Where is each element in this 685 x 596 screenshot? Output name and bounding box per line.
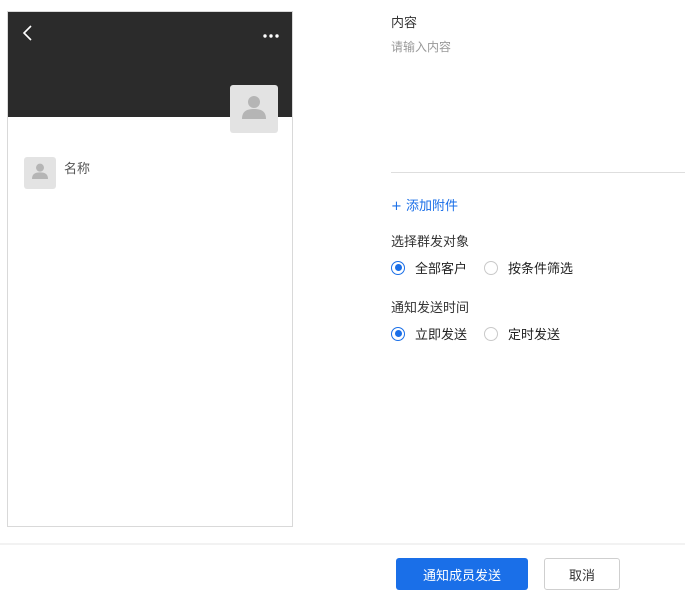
- radio-all-customers[interactable]: 全部客户: [391, 258, 467, 277]
- radio-label: 立即发送: [415, 328, 468, 343]
- radio-checked-icon[interactable]: [391, 260, 405, 275]
- radio-scheduled-send[interactable]: 定时发送: [484, 324, 560, 343]
- send-time-label: 通知发送时间: [391, 301, 470, 316]
- content-label: 内容: [391, 16, 418, 31]
- avatar: [24, 157, 56, 189]
- radio-filter-by-condition[interactable]: 按条件筛选: [484, 258, 573, 277]
- more-horizontal-icon[interactable]: [262, 26, 280, 38]
- radio-label: 按条件筛选: [508, 262, 574, 277]
- user-avatar-icon: [30, 161, 50, 185]
- radio-label: 全部客户: [415, 262, 468, 277]
- target-label: 选择群发对象: [391, 235, 470, 250]
- page: 名称 内容 + 添加附件 选择群发对象 全部客户 按条件筛选 通知发送时间: [0, 0, 685, 596]
- cancel-button[interactable]: 取消: [544, 558, 620, 590]
- user-avatar-icon: [239, 92, 269, 126]
- divider: [391, 172, 685, 173]
- radio-checked-icon[interactable]: [391, 326, 405, 341]
- footer-divider: [0, 543, 685, 545]
- phone-preview: 名称: [7, 11, 293, 527]
- preview-name-row: 名称: [24, 157, 90, 189]
- radio-unchecked-icon[interactable]: [484, 326, 499, 341]
- send-time-radio-group: 立即发送 定时发送: [391, 324, 577, 343]
- notify-members-send-button[interactable]: 通知成员发送: [396, 558, 528, 590]
- add-attachment-link[interactable]: + 添加附件: [391, 195, 458, 214]
- radio-send-now[interactable]: 立即发送: [391, 324, 467, 343]
- radio-label: 定时发送: [508, 328, 561, 343]
- content-input[interactable]: [391, 38, 685, 171]
- radio-unchecked-icon[interactable]: [484, 260, 499, 275]
- target-radio-group: 全部客户 按条件筛选: [391, 258, 590, 277]
- cover-avatar: [230, 85, 278, 133]
- chevron-left-icon[interactable]: [20, 24, 36, 42]
- preview-name: 名称: [64, 162, 91, 177]
